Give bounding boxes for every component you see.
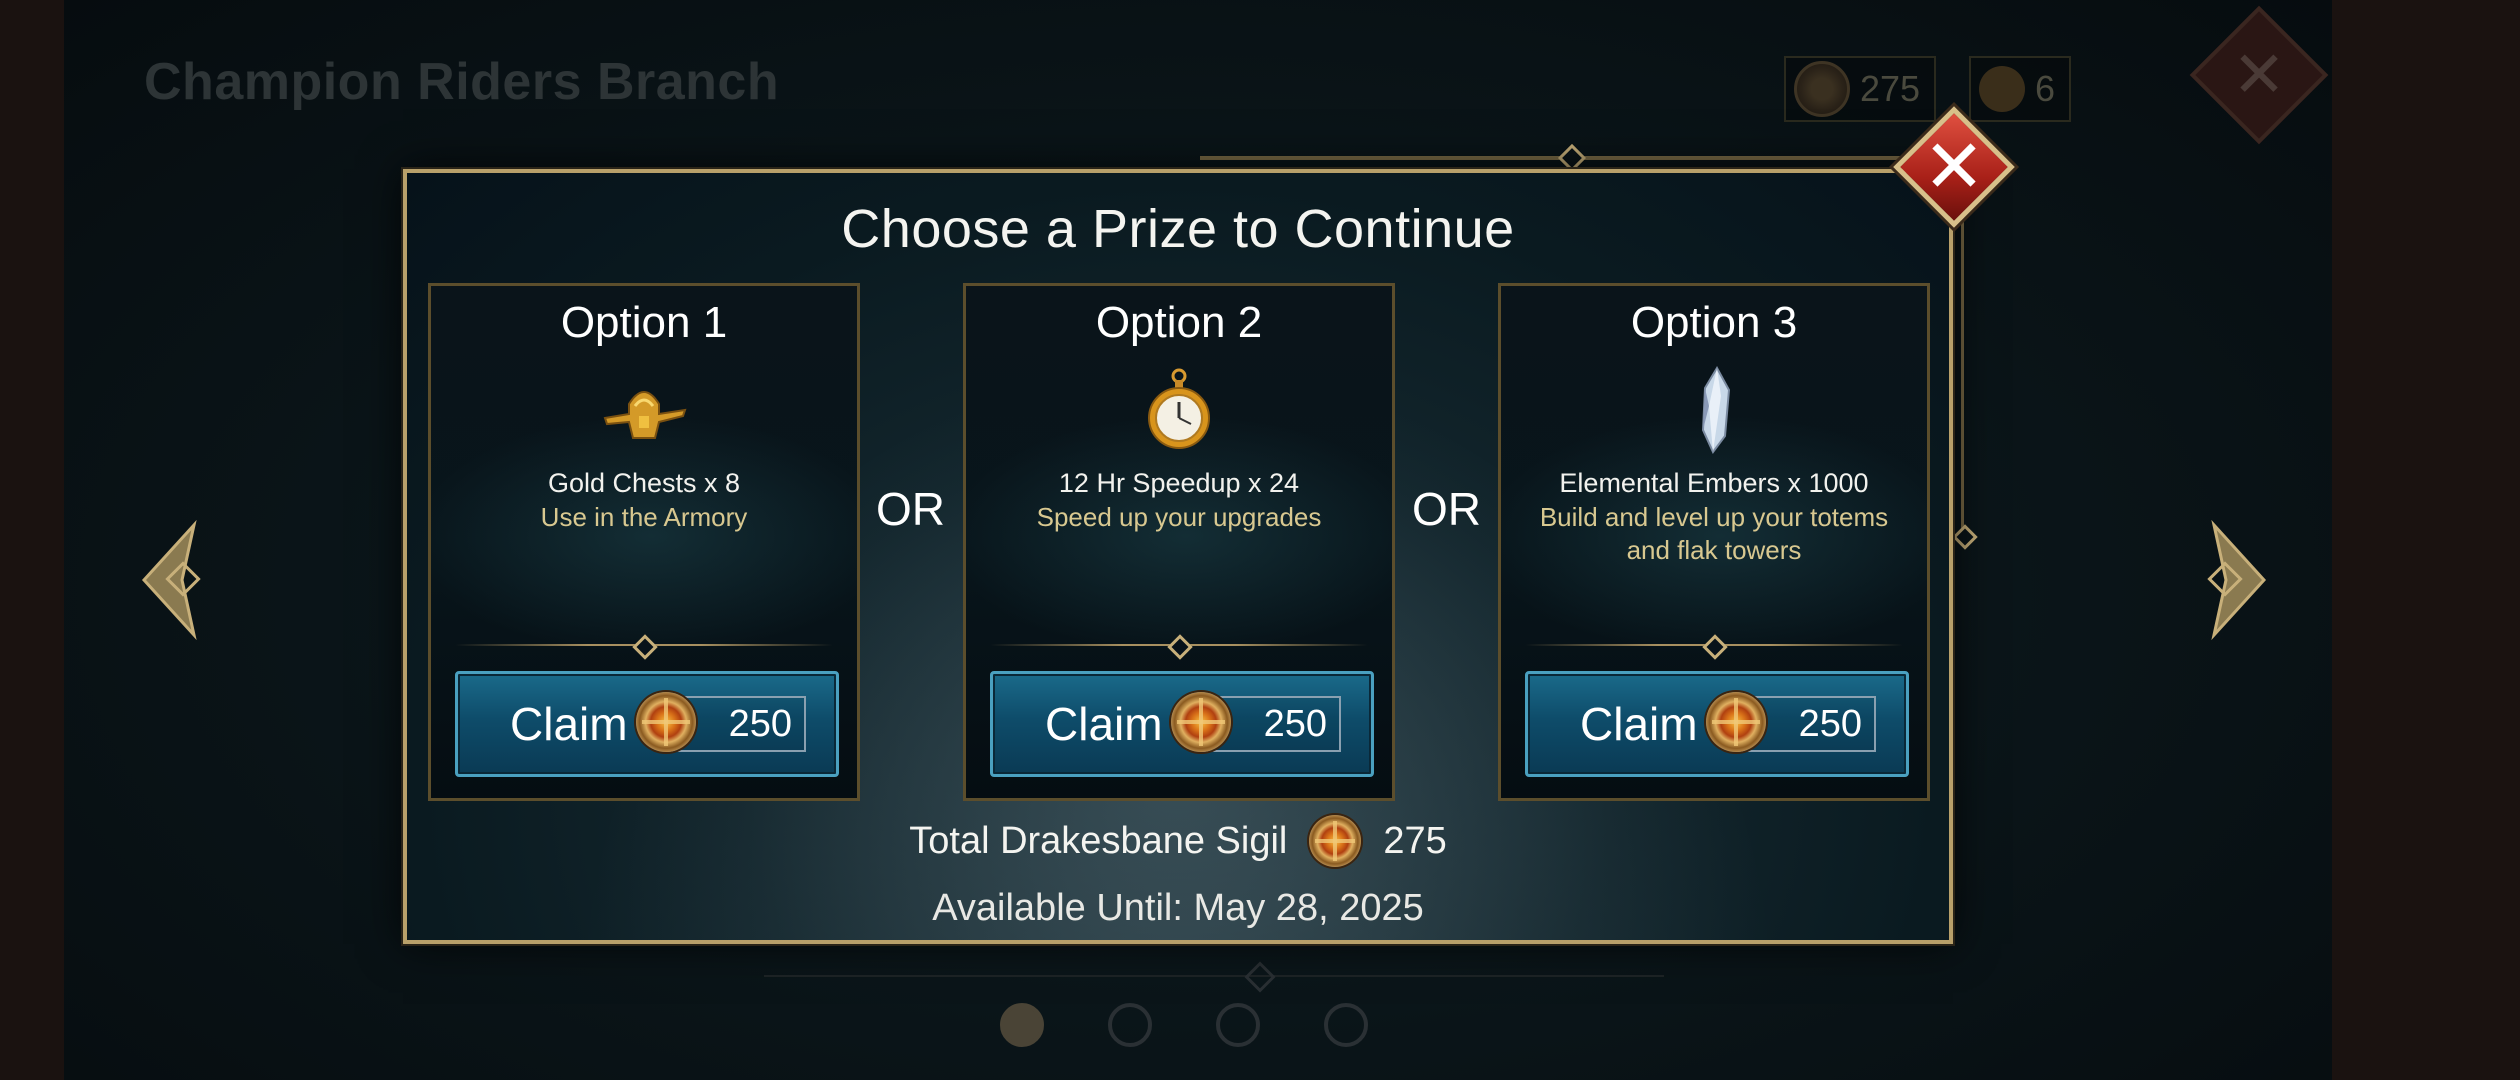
- sigil-icon: [1309, 815, 1362, 867]
- page-dot[interactable]: [1108, 1003, 1152, 1047]
- page-dot[interactable]: [1000, 1003, 1044, 1047]
- sigil-icon: [636, 692, 696, 752]
- option-title: Option 3: [1630, 298, 1798, 347]
- gold-chest-icon: [603, 391, 687, 439]
- previous-arrow-button[interactable]: [134, 519, 214, 641]
- total-sigil-row: Total Drakesbane Sigil 275: [403, 815, 1953, 867]
- claim-button-3[interactable]: Claim 250: [1525, 671, 1909, 777]
- option-description: Build and level up your totems and flak …: [1539, 502, 1889, 565]
- claim-label: Claim: [1045, 698, 1163, 750]
- option-card-2: Option 2 12 Hr Speedup x 24 Speed up you…: [963, 283, 1395, 801]
- bottom-divider-diamond: [1244, 961, 1276, 993]
- token-currency-value: 6: [2035, 68, 2056, 109]
- modal-side-decoration: [1961, 200, 1964, 530]
- claim-cost-value: 250: [728, 702, 792, 745]
- page-title: Champion Riders Branch: [144, 53, 780, 111]
- background-close-button[interactable]: ✕: [2189, 5, 2329, 145]
- page-dot[interactable]: [1324, 1003, 1368, 1047]
- option-description: Speed up your upgrades: [1036, 502, 1322, 532]
- or-separator: OR: [876, 483, 945, 535]
- availability-text: Available Until: May 28, 2025: [932, 887, 1424, 929]
- claim-cost-value: 250: [1798, 702, 1862, 745]
- close-button[interactable]: ✕: [1893, 106, 2015, 228]
- chevron-right-icon: [2207, 519, 2267, 641]
- modal-top-decoration: [1200, 156, 1900, 160]
- total-value: 275: [1383, 819, 1447, 862]
- option-title: Option 2: [1095, 298, 1263, 347]
- claim-cost-value: 250: [1263, 702, 1327, 745]
- option-title: Option 1: [560, 298, 728, 347]
- page-dot[interactable]: [1216, 1003, 1260, 1047]
- chevron-left-icon: [141, 519, 201, 641]
- option-item: 12 Hr Speedup x 24: [1058, 468, 1300, 498]
- sigil-icon: [1171, 692, 1231, 752]
- close-icon: ✕: [1922, 125, 1985, 208]
- next-arrow-button[interactable]: [2194, 519, 2274, 641]
- option-card-3: Option 3 Elemental Embers x 1000 Build a…: [1498, 283, 1930, 801]
- close-icon: ✕: [2232, 38, 2286, 111]
- claim-label: Claim: [1580, 698, 1698, 750]
- claim-button-1[interactable]: Claim 250: [455, 671, 839, 777]
- bottom-divider: [764, 975, 1664, 977]
- option-description: Use in the Armory: [540, 502, 748, 532]
- sigil-icon: [1706, 692, 1766, 752]
- option-item: Elemental Embers x 1000: [1559, 468, 1869, 498]
- sigil-currency-value: 275: [1860, 68, 1921, 109]
- modal-title: Choose a Prize to Continue: [841, 199, 1515, 259]
- page-indicator: [1000, 1003, 1368, 1047]
- crystal-ember-icon: [1701, 366, 1731, 454]
- pocket-watch-icon: [1148, 368, 1210, 449]
- option-item: Gold Chests x 8: [547, 468, 741, 498]
- total-label: Total Drakesbane Sigil: [909, 819, 1288, 862]
- claim-button-2[interactable]: Claim 250: [990, 671, 1374, 777]
- or-separator: OR: [1412, 483, 1481, 535]
- sigil-icon: [1794, 61, 1850, 117]
- claim-label: Claim: [510, 698, 628, 750]
- token-icon: [1979, 66, 2025, 112]
- option-card-1: Option 1 Gold Chests x 8 Use in the Armo…: [428, 283, 860, 801]
